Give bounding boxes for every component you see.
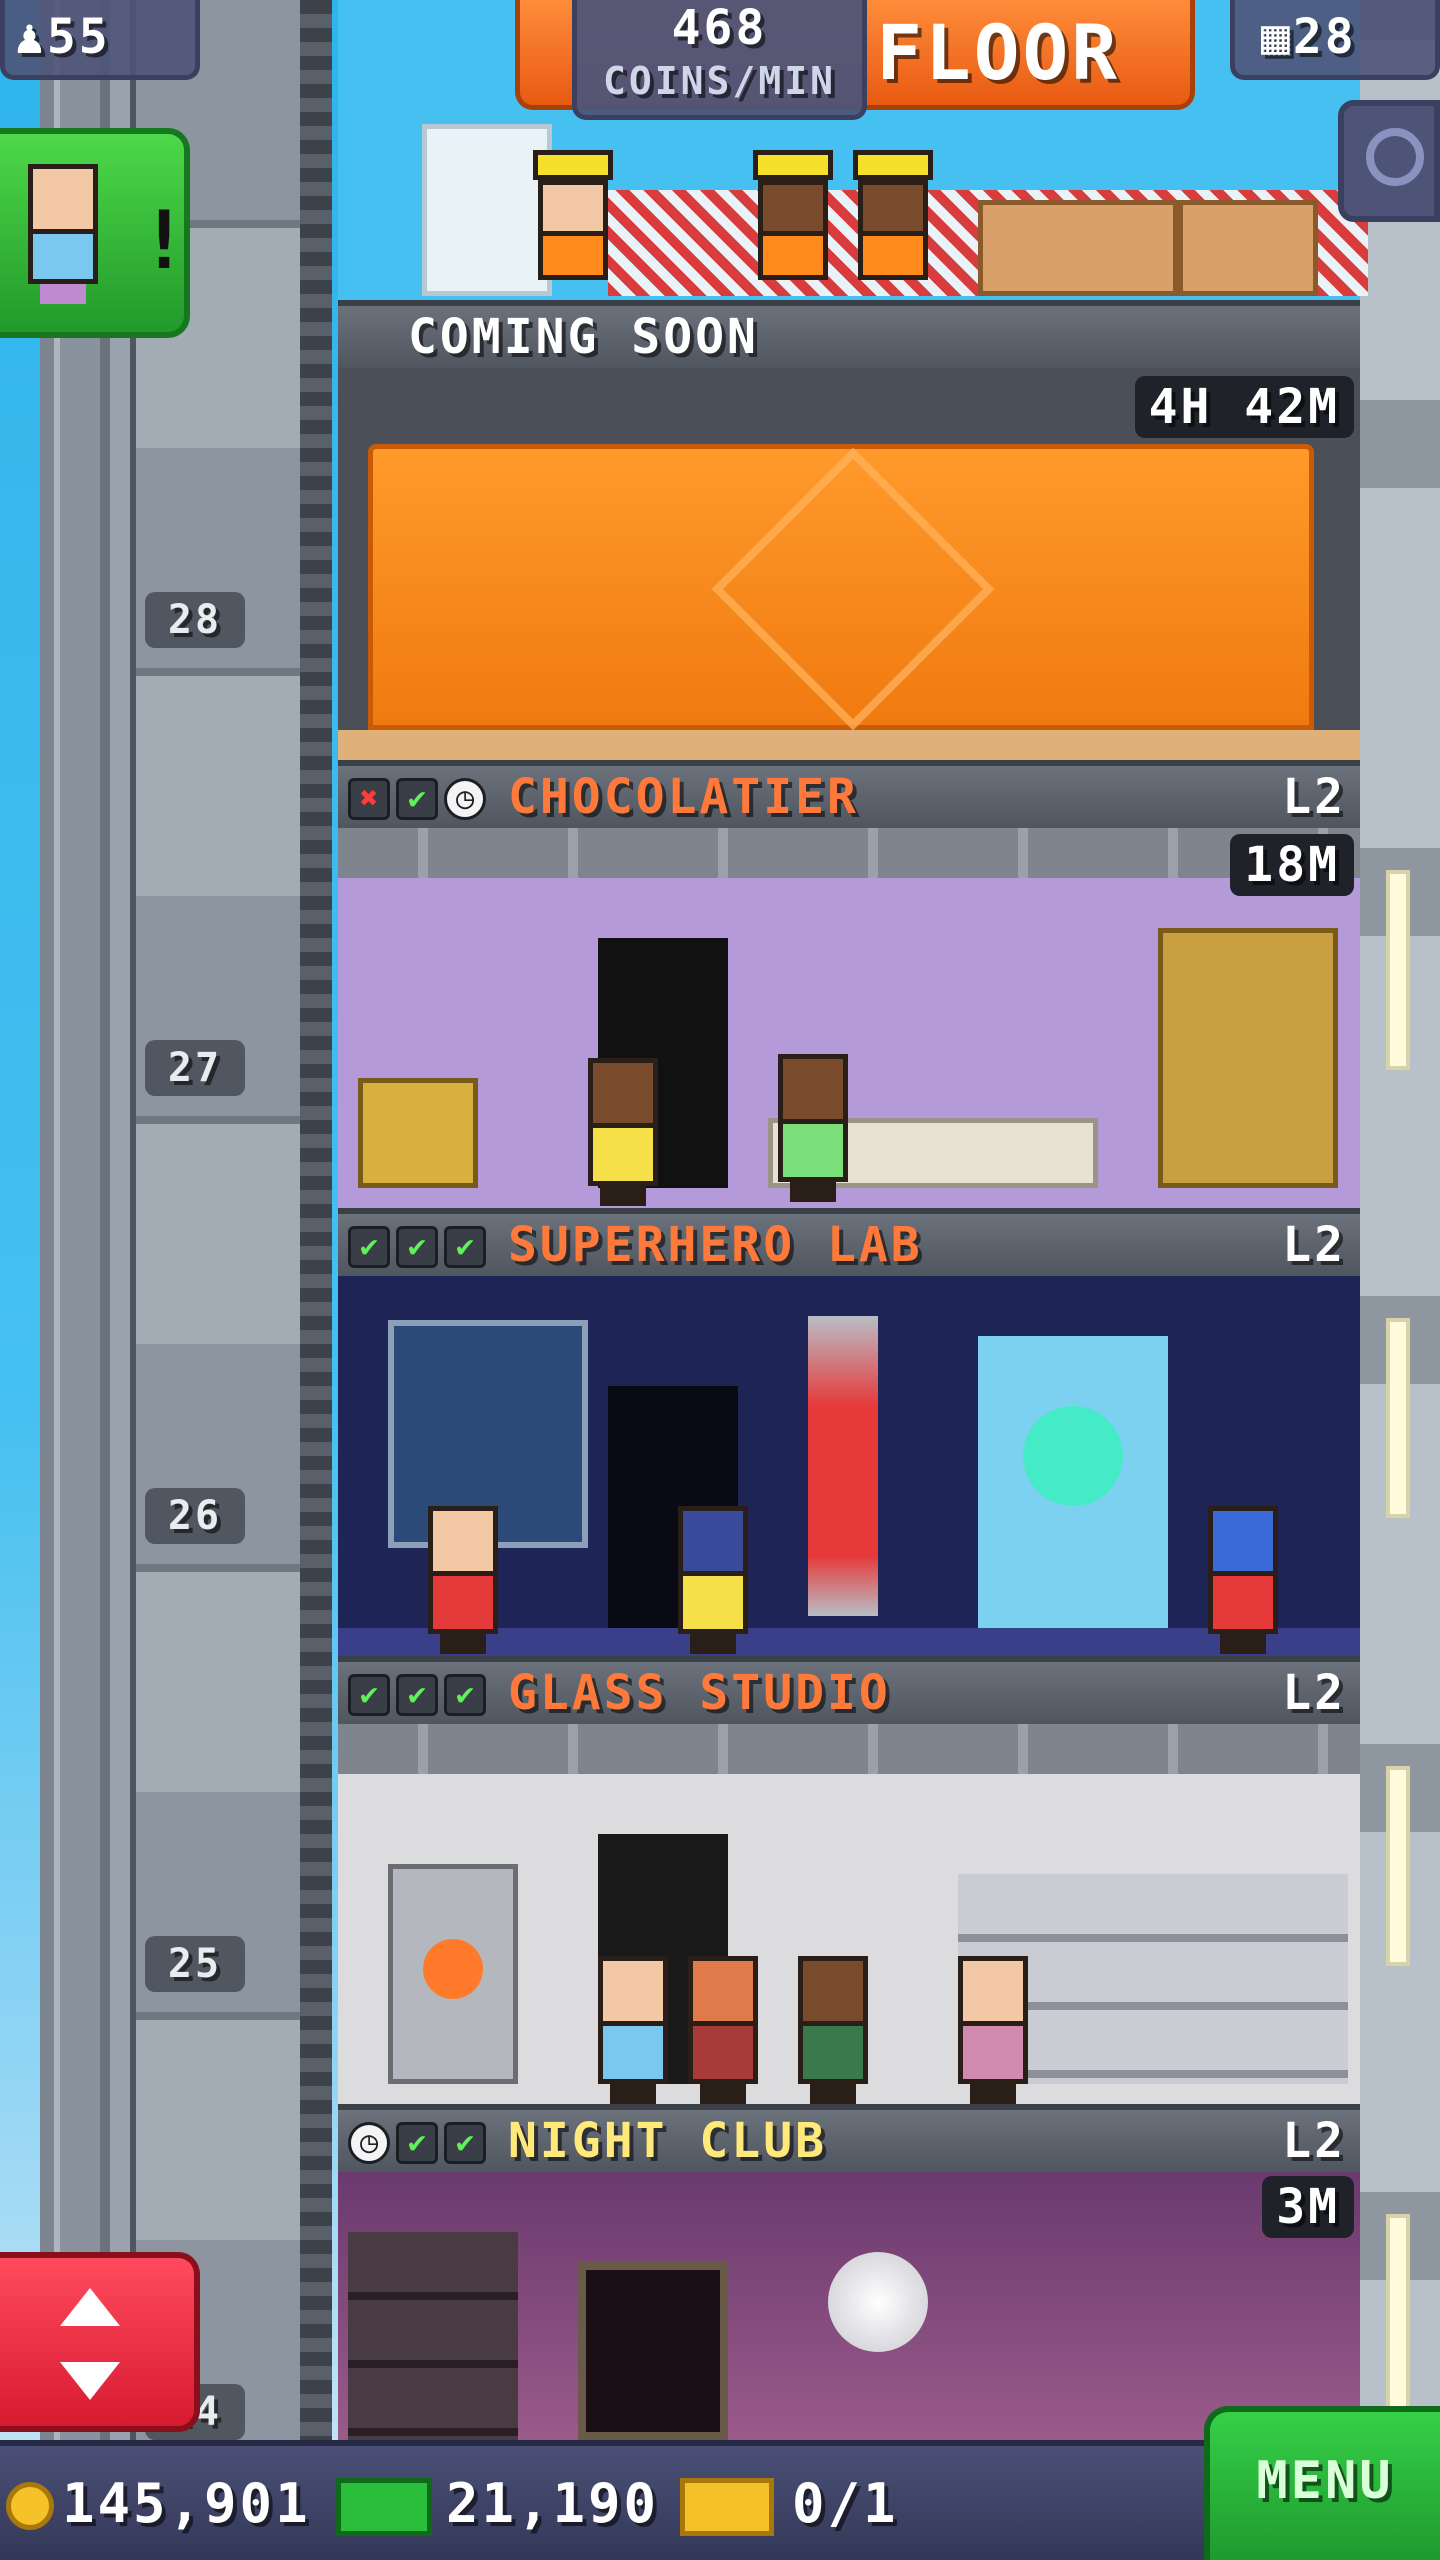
coin-balance: 145,901 [62,2472,311,2535]
banner-text: FLOOR [876,8,1120,97]
chocolate-tank [1158,928,1338,1188]
construction-floor[interactable]: 4H 42M [338,368,1360,760]
floor-strip [338,730,1360,760]
floor-header-coming-soon: COMING SOON [338,300,1360,368]
stocked-icon: ✔ [396,1226,438,1268]
floor-header-night-club: ◷ ✔ ✔ NIGHT CLUB L2 [338,2104,1360,2172]
stocked-icon: ✔ [396,2122,438,2164]
building-icon: ▦ [1261,9,1293,65]
stocked-icon: ✔ [444,1674,486,1716]
floor-header-superhero-lab: ✔ ✔ ✔ SUPERHERO LAB L2 [338,1208,1360,1276]
menu-label: MENU [1256,2451,1394,2511]
tower-right-wall [1360,0,1440,2440]
person-icon: ♟ [15,9,47,65]
visitor-alert-button[interactable]: ! [0,128,190,338]
floor-name: SUPERHERO LAB [508,1217,923,1273]
tower-bux-icon [336,2478,432,2536]
bux-balance: 21,190 [446,2472,660,2535]
crate [1178,200,1318,296]
floor-name: CHOCOLATIER [508,769,859,825]
stocked-icon: ✔ [348,1226,390,1268]
floor-room-glass-studio[interactable] [338,1724,1360,2104]
hero-visitor[interactable] [1208,1506,1278,1654]
elevator-arrows-icon [60,2288,120,2326]
construction-worker [533,150,613,280]
elevator-shaft-pillar [40,0,130,2440]
wall-window [1386,1318,1410,1518]
stocked-icon: ✔ [444,2122,486,2164]
glass-worker[interactable] [798,1956,868,2104]
shaft-floor-number: 25 [145,1936,245,1992]
coins-per-min-panel: 468 COINS/MIN [572,0,867,120]
restocking-clock-icon: ◷ [348,2122,390,2164]
floor-header-chocolatier: ✖ ✔ ◷ CHOCOLATIER L2 [338,760,1360,828]
floor-level: L2 [1282,1665,1346,1721]
floor-room-superhero-lab[interactable] [338,1276,1360,1656]
wall-window [1386,1766,1410,1966]
menu-button[interactable]: MENU [1204,2406,1440,2560]
floor-name: NIGHT CLUB [508,2113,827,2169]
hero-worker[interactable] [428,1506,498,1654]
coins-per-min-value: 468 [671,0,768,56]
globe-hologram-icon [1023,1406,1123,1506]
stocked-icon: ✔ [444,1226,486,1268]
stock-status-icons: ✔ ✔ ✔ [348,1226,486,1268]
restocking-clock-icon: ◷ [444,778,486,820]
floor-level: L2 [1282,2113,1346,2169]
construction-timer: 4H 42M [1134,376,1354,438]
wall-window [1386,870,1410,1070]
construction-sign-icon [711,447,995,731]
population-counter[interactable]: ♟55 [0,0,200,80]
golden-ticket-icon [680,2478,774,2536]
bar-shelf [348,2232,518,2440]
ticket-count: 0/1 [792,2472,899,2535]
visitor[interactable] [688,1956,758,2104]
shaft-floor-number: 27 [145,1040,245,1096]
construction-worker [853,150,933,280]
wall-window [1386,2214,1410,2414]
chocolatier-worker[interactable] [778,1054,848,1202]
stock-status-icons: ✖ ✔ ◷ [348,778,486,820]
zoom-out-icon [1366,128,1424,186]
floor-level: L2 [1282,769,1346,825]
visitor[interactable] [598,1956,668,2104]
floor-room-chocolatier[interactable]: 18M [338,828,1360,1208]
stock-status-icons: ◷ ✔ ✔ [348,2122,486,2164]
elevator-button[interactable] [0,2252,200,2432]
glass-furnace [388,1864,518,2084]
floor-level: L2 [1282,1217,1346,1273]
stocked-icon: ✔ [348,1674,390,1716]
floor-name: GLASS STUDIO [508,1665,891,1721]
elevator-rail [300,0,332,2440]
disco-ball [828,2252,928,2352]
hologram-chamber [978,1336,1168,1636]
floor-timer: 18M [1230,834,1354,896]
hero-worker[interactable] [678,1506,748,1654]
construction-tarp [368,444,1314,731]
stocked-icon: ✔ [396,778,438,820]
out-of-stock-icon: ✖ [348,778,390,820]
floor-header-glass-studio: ✔ ✔ ✔ GLASS STUDIO L2 [338,1656,1360,1724]
coins-per-min-label: COINS/MIN [603,59,836,103]
dna-capsule [808,1316,878,1616]
coin-icon [6,2482,54,2530]
floor-counter[interactable]: ▦28 [1230,0,1440,80]
stocked-icon: ✔ [396,1674,438,1716]
construction-worker [753,150,833,280]
zoom-out-button[interactable] [1338,100,1440,222]
crate [978,200,1178,296]
floor-status-label: COMING SOON [408,309,759,365]
shaft-floor-number: 26 [145,1488,245,1544]
chocolatier-worker[interactable] [588,1058,658,1206]
glass-worker[interactable] [958,1956,1028,2104]
elevator-door [578,2262,728,2440]
visitor-alert-icon [28,164,98,304]
shaft-floor-number: 28 [145,592,245,648]
floor-timer: 3M [1262,2176,1354,2238]
chocolate-pot [358,1078,478,1188]
floor-room-night-club[interactable]: 3M [338,2172,1360,2440]
stock-status-icons: ✔ ✔ ✔ [348,1674,486,1716]
